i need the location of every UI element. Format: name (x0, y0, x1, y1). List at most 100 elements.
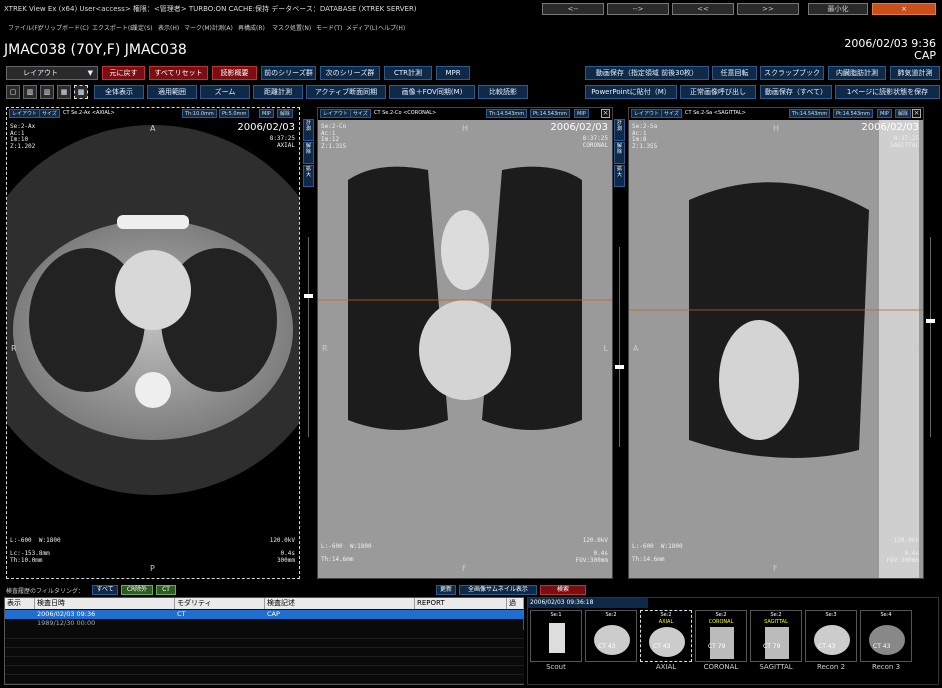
scrapbook-button[interactable]: スクラップブック (760, 66, 824, 80)
slice-slider-track[interactable] (930, 237, 931, 437)
col-header-modality[interactable]: モダリティ (175, 598, 265, 609)
close-button[interactable]: × (872, 3, 936, 15)
vp-thickness-tab[interactable]: Th:10.0mm (182, 109, 217, 118)
thumbnail-sagittal[interactable]: Se:2 SAGITTAL CT 79 (750, 610, 802, 662)
reset-all-button[interactable]: すべてリセット (149, 66, 208, 80)
active-plane-sync-button[interactable]: アクティブ断面同期 (306, 85, 386, 99)
vp-thickness-tab[interactable]: Th:14.543mm (789, 109, 831, 118)
thumbnail-coronal[interactable]: Se:2 CORONAL CT 79 (695, 610, 747, 662)
free-rotate-button[interactable]: 任意回転 (712, 66, 757, 80)
menu-mark[interactable]: マーク(M) (184, 23, 212, 32)
prev-series-button[interactable]: 前のシリーズ群 (261, 66, 316, 80)
menu-settings[interactable]: 設定(S) (132, 23, 153, 32)
normal-image-button[interactable]: 正常画像呼び出し (680, 85, 756, 99)
vp-pitch-tab[interactable]: Pt:14.543mm (530, 109, 570, 118)
vp-layout-tab[interactable]: レイアウト (631, 109, 663, 118)
layout-1x1-icon[interactable]: ▢ (6, 85, 20, 99)
table-row[interactable]: 2006/02/03 09:36 CT CAP (5, 610, 524, 619)
undo-button[interactable]: 元に戻す (102, 66, 145, 80)
apply-range-button[interactable]: 適用範囲 (147, 85, 197, 99)
vp-layout-tab[interactable]: レイアウト (320, 109, 352, 118)
vp-pitch-tab[interactable]: Pt:5.0mm (219, 109, 250, 118)
nav-back-button[interactable]: <-- (542, 3, 604, 15)
distance-measure-button[interactable]: 距離計測 (253, 85, 303, 99)
airway-measure-button[interactable]: 肺気道計測 (890, 66, 940, 80)
vp-thickness-tab[interactable]: Th:14.543mm (486, 109, 528, 118)
viewport-axial[interactable]: レイアウト サイズ CT Se.2-Ax <AXIAL> Th:10.0mm P… (6, 107, 300, 579)
slice-slider-handle[interactable] (615, 365, 624, 369)
viewport-sagittal[interactable]: レイアウト サイズ CT Se.2-Sa <SAGITTAL> Th:14.54… (628, 107, 924, 579)
search-button[interactable]: 検索 (540, 585, 586, 595)
mpr-button[interactable]: MPR (436, 66, 470, 80)
col-header-date[interactable]: 検査日時 (35, 598, 175, 609)
menu-view[interactable]: 表示(H) (158, 23, 179, 32)
save-video-all-button[interactable]: 動画保存（すべて） (760, 85, 832, 99)
nav-last-button[interactable]: >> (737, 3, 799, 15)
save-page-state-button[interactable]: 1ページに読影状態を保存 (835, 85, 940, 99)
vp-layout-tab[interactable]: レイアウト (9, 109, 41, 118)
slice-slider-handle[interactable] (304, 294, 313, 298)
zoom-button[interactable]: ズーム (200, 85, 250, 99)
vp-size-tab[interactable]: サイズ (350, 109, 371, 118)
visceral-fat-button[interactable]: 内臓脂肪計測 (828, 66, 886, 80)
reading-summary-button[interactable]: 読影概要 (212, 66, 257, 80)
layout-dropdown[interactable]: レイアウト ▼ (6, 66, 98, 80)
next-series-button[interactable]: 次のシリーズ群 (320, 66, 380, 80)
col-header-report[interactable]: REPORT (415, 598, 507, 609)
paste-powerpoint-button[interactable]: PowerPointに貼付（M） (585, 85, 677, 99)
vp-mip-tab[interactable]: MIP (259, 109, 274, 118)
menu-help[interactable]: ヘルプ(H) (378, 23, 405, 32)
slice-slider-track[interactable] (619, 247, 620, 447)
menu-media[interactable]: メディア(L) (346, 23, 378, 32)
vp-mip-tab[interactable]: MIP (877, 109, 892, 118)
side-measure-tab[interactable]: 計測 (614, 119, 625, 141)
side-zoom-tab[interactable]: 拡大 (614, 165, 625, 187)
menu-export[interactable]: エクスポート(E) (92, 23, 136, 32)
thumbnail-series[interactable]: Se:2 CT 43 (585, 610, 637, 662)
menu-mode[interactable]: モード(T) (316, 23, 342, 32)
thumbnail-axial[interactable]: Se:2 AXIAL CT 43 (640, 610, 692, 662)
nav-forward-button[interactable]: --> (607, 3, 669, 15)
filter-ct-button[interactable]: CT (156, 585, 176, 595)
layout-2x2-icon[interactable]: ▦ (57, 85, 71, 99)
nav-first-button[interactable]: << (672, 3, 734, 15)
side-measure-tab[interactable]: 計測 (303, 119, 314, 141)
refresh-button[interactable]: 更新 (436, 585, 456, 595)
close-viewport-icon[interactable]: × (912, 109, 921, 118)
vp-release-tab[interactable]: 解除 (277, 109, 294, 118)
vp-size-tab[interactable]: サイズ (39, 109, 60, 118)
menu-measure[interactable]: 計測(A) (212, 23, 233, 32)
side-zoom-tab[interactable]: 拡大 (303, 165, 314, 187)
menu-reconstruct[interactable]: 再構成(R) (238, 23, 265, 32)
slice-slider-handle[interactable] (926, 319, 935, 323)
col-header-description[interactable]: 検査記述 (265, 598, 415, 609)
vp-mip-tab[interactable]: MIP (574, 109, 589, 118)
all-thumbnails-button[interactable]: 全画像サムネイル表示 (459, 585, 537, 595)
filter-all-button[interactable]: すべて (92, 585, 118, 595)
table-row[interactable]: 1989/12/30 00:00 (5, 619, 524, 628)
col-header-show[interactable]: 表示 (5, 598, 35, 609)
layout-1x2-icon[interactable]: ▥ (23, 85, 37, 99)
image-fov-sync-button[interactable]: 画像＋FOV同期(M) (389, 85, 475, 99)
menu-clipboard[interactable]: グリップボード(C) (38, 23, 89, 32)
filter-cr-exclude-button[interactable]: CR除外 (121, 585, 153, 595)
viewport-coronal[interactable]: レイアウト サイズ CT Se.2-Co <CORONAL> Th:14.543… (317, 107, 613, 579)
col-header-past[interactable]: 過 (507, 598, 524, 609)
minimize-button[interactable]: 最小化 (808, 3, 868, 15)
slice-slider-track[interactable] (308, 237, 309, 437)
compare-reading-button[interactable]: 比較読影 (478, 85, 528, 99)
thumbnail-recon2[interactable]: Se:3 CT 43 (805, 610, 857, 662)
vp-size-tab[interactable]: サイズ (661, 109, 682, 118)
side-release-tab[interactable]: 解除 (614, 142, 625, 164)
thumbnail-scout[interactable]: Se:1 (530, 610, 582, 662)
save-video-range-button[interactable]: 動画保存（指定領域 前後30枚） (585, 66, 709, 80)
menu-mask[interactable]: マスク処置(N) (272, 23, 311, 32)
vp-release-tab[interactable]: 解除 (895, 109, 912, 118)
menu-file[interactable]: ファイル(F) (8, 23, 40, 32)
vp-pitch-tab[interactable]: Pt:14.543mm (833, 109, 873, 118)
fit-all-button[interactable]: 全体表示 (94, 85, 144, 99)
ctr-measure-button[interactable]: CTR計測 (384, 66, 432, 80)
layout-1x3-icon[interactable]: ▥ (40, 85, 54, 99)
thumbnail-recon3[interactable]: Se:4 CT 43 (860, 610, 912, 662)
close-viewport-icon[interactable]: × (601, 109, 610, 118)
